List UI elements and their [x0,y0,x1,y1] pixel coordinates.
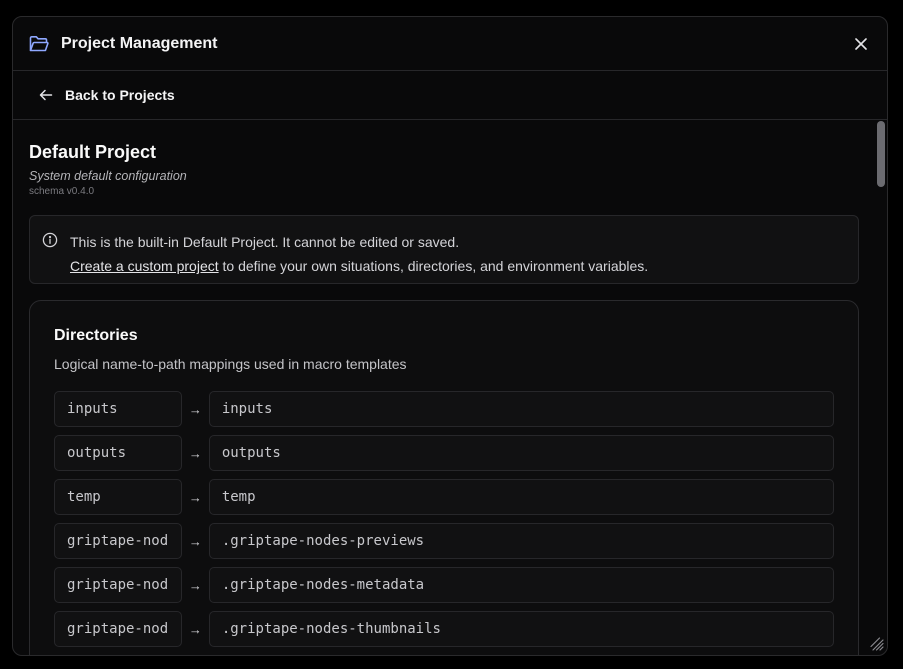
directory-name-field[interactable]: griptape-nod [54,567,182,603]
directory-list: inputs → inputs outputs → outputs temp →… [54,391,834,647]
directory-row: temp → temp [54,479,834,515]
project-detail: Default Project System default configura… [13,120,887,655]
mapping-arrow: → [188,577,202,593]
directory-path-field[interactable]: temp [208,479,834,515]
notice-line-2: Create a custom project to define your o… [70,254,858,278]
directories-title: Directories [54,327,138,344]
notice-line-2-text: to define your own situations, directori… [218,258,649,274]
directory-name-field[interactable]: inputs [54,391,182,427]
schema-version: schema v0.4.0 [29,186,95,197]
directory-row: inputs → inputs [54,391,834,427]
scrollbar-thumb[interactable] [877,121,885,187]
directory-path-field[interactable]: inputs [208,391,834,427]
mapping-arrow: → [188,533,202,549]
mapping-arrow: → [188,401,202,417]
directory-name-field[interactable]: griptape-nod [54,611,182,647]
directory-row: griptape-nod → .griptape-nodes-previews [54,523,834,559]
directory-row: griptape-nod → .griptape-nodes-thumbnail… [54,611,834,647]
create-custom-project-link[interactable]: Create a custom project [70,258,219,274]
back-to-projects-button[interactable]: Back to Projects [39,87,175,103]
dialog-header: Project Management [13,17,887,71]
directory-row: outputs → outputs [54,435,834,471]
readonly-notice: This is the built-in Default Project. It… [29,215,859,284]
directory-path-field[interactable]: .griptape-nodes-previews [208,523,834,559]
mapping-arrow: → [188,489,202,505]
directory-row: griptape-nod → .griptape-nodes-metadata [54,567,834,603]
directories-card: Directories Logical name-to-path mapping… [29,300,859,655]
directories-description: Logical name-to-path mappings used in ma… [54,356,407,372]
directory-name-field[interactable]: outputs [54,435,182,471]
project-title: Default Project [29,142,157,162]
directory-path-field[interactable]: outputs [208,435,834,471]
mapping-arrow: → [188,621,202,637]
info-icon [42,231,58,248]
directory-path-field[interactable]: .griptape-nodes-thumbnails [208,611,834,647]
back-row: Back to Projects [13,71,887,120]
close-icon[interactable] [851,34,871,54]
folder-open-icon [29,35,49,53]
dialog-title: Project Management [61,34,218,52]
mapping-arrow: → [188,445,202,461]
directory-name-field[interactable]: griptape-nod [54,523,182,559]
directory-name-field[interactable]: temp [54,479,182,515]
project-management-dialog: Project Management Back to Projects Defa… [12,16,888,656]
notice-line-1: This is the built-in Default Project. It… [70,234,460,250]
back-to-projects-label: Back to Projects [65,87,175,103]
project-description: System default configuration [29,169,187,183]
resize-grip-icon[interactable] [870,637,884,651]
directory-path-field[interactable]: .griptape-nodes-metadata [208,567,834,603]
arrow-left-icon [39,88,53,102]
